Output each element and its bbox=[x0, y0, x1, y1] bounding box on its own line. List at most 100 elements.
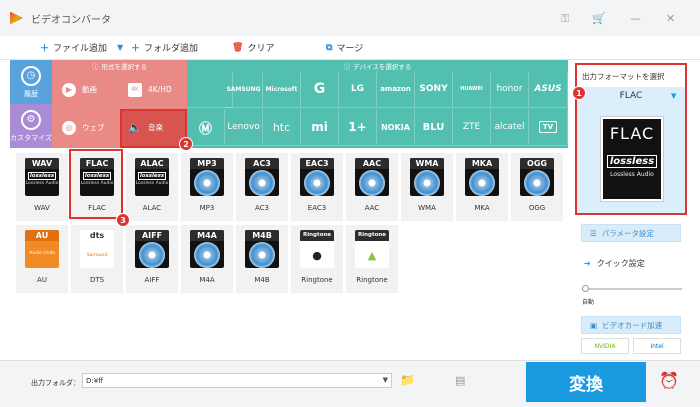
quick-settings[interactable]: ➔ クイック設定 bbox=[584, 258, 645, 269]
format-label: AAC bbox=[364, 204, 380, 212]
device-xiaomi[interactable]: mi bbox=[301, 109, 339, 146]
intel-button[interactable]: Intel bbox=[633, 338, 681, 354]
dropdown-arrow-icon[interactable]: ▼ bbox=[671, 92, 676, 100]
format-tile-alac[interactable]: ALAC lossless Lossless Audio ALAC bbox=[126, 153, 178, 221]
step-marker-2: 2 bbox=[179, 137, 193, 151]
format-tile-mp3[interactable]: MP3 MP3 bbox=[181, 153, 233, 221]
video-format-button[interactable]: ▶ 動画 bbox=[54, 71, 120, 108]
device-htc[interactable]: htc bbox=[263, 109, 301, 146]
minimize-button[interactable]: — bbox=[630, 12, 641, 25]
4k-format-button[interactable]: 4K 4K/HD bbox=[120, 71, 186, 108]
device-amazon[interactable]: amazon bbox=[377, 71, 415, 108]
key-icon[interactable]: ⚿ bbox=[561, 12, 569, 26]
output-folder-input[interactable]: D:¥ff ▼ bbox=[82, 373, 392, 388]
format-tile-wma[interactable]: WMA WMA bbox=[401, 153, 453, 221]
device-google[interactable]: G bbox=[301, 71, 339, 108]
format-label: Ringtone bbox=[356, 276, 388, 284]
music-disc-icon bbox=[139, 242, 165, 268]
music-disc-icon bbox=[524, 170, 550, 196]
format-tile-m4a[interactable]: M4A M4A bbox=[181, 225, 233, 293]
format-badge-icon: Ringtone ● bbox=[300, 230, 334, 268]
format-tile-ac3[interactable]: AC3 AC3 bbox=[236, 153, 288, 221]
dts-sub-text: Surround bbox=[86, 253, 108, 258]
motorola-icon: Ⓜ bbox=[198, 121, 212, 137]
device-lenovo[interactable]: Lenovo bbox=[225, 109, 263, 146]
music-disc-icon bbox=[359, 170, 385, 196]
add-folder-button[interactable]: ＋フォルダ追加 bbox=[131, 41, 198, 54]
format-tile-ringtone[interactable]: Ringtone ● Ringtone bbox=[291, 225, 343, 293]
format-tile-wav[interactable]: WAV lossless Lossless Audio WAV bbox=[16, 153, 68, 221]
music-disc-icon bbox=[249, 170, 275, 196]
device-honor[interactable]: honor bbox=[491, 71, 529, 108]
output-format-select[interactable]: FLAC bbox=[577, 87, 685, 105]
device-asus[interactable]: ASUS bbox=[529, 71, 568, 108]
format-tile-ogg[interactable]: OGG OGG bbox=[511, 153, 563, 221]
music-disc-icon bbox=[194, 242, 220, 268]
music-disc-icon bbox=[249, 242, 275, 268]
format-label: AIFF bbox=[144, 276, 160, 284]
format-tile-aiff[interactable]: AIFF AIFF bbox=[126, 225, 178, 293]
format-badge-icon: WMA bbox=[410, 158, 444, 196]
alarm-clock-icon[interactable]: ⏰ bbox=[659, 371, 679, 390]
output-format-panel[interactable]: 出力フォーマットを選択 FLAC ▼ FLAC lossless Lossles… bbox=[575, 63, 687, 215]
highlight-flac-box bbox=[69, 149, 123, 219]
format-tile-dts[interactable]: dts Surround DTS bbox=[71, 225, 123, 293]
device-huawei[interactable]: HUAWEI bbox=[453, 71, 491, 108]
parameter-settings-button[interactable]: ☰ パラメータ設定 bbox=[581, 224, 681, 242]
format-badge-icon: Ringtone ▲ bbox=[355, 230, 389, 268]
device-oneplus[interactable]: 1+ bbox=[339, 109, 377, 146]
gpu-acceleration-button[interactable]: ▣ ビデオカード加速 bbox=[581, 316, 681, 334]
sidebar: ◷ 履歴 ⚙ カスタマイズ bbox=[10, 60, 52, 148]
auto-label: 自動 bbox=[582, 299, 595, 306]
add-file-button[interactable]: ＋ファイル追加 bbox=[40, 41, 107, 54]
quality-slider-track[interactable] bbox=[584, 288, 682, 290]
step-marker-1: 1 bbox=[572, 86, 586, 100]
device-microsoft[interactable]: Microsoft bbox=[263, 71, 301, 108]
clear-button[interactable]: 🗑 クリア bbox=[232, 41, 274, 55]
open-folder-icon[interactable]: ▤ bbox=[455, 374, 465, 387]
nvidia-button[interactable]: NVIDIA bbox=[581, 338, 629, 354]
format-badge-title: AU bbox=[25, 230, 59, 241]
format-badge-icon: M4B bbox=[245, 230, 279, 268]
format-tile-eac3[interactable]: EAC3 EAC3 bbox=[291, 153, 343, 221]
cart-icon[interactable]: 🛒 bbox=[592, 12, 606, 25]
app-logo-icon bbox=[10, 11, 23, 25]
device-zte[interactable]: ZTE bbox=[453, 109, 491, 146]
format-badge-title: WMA bbox=[410, 158, 444, 169]
format-badge-icon: AC3 bbox=[245, 158, 279, 196]
format-tile-ringtone[interactable]: Ringtone ▲ Ringtone bbox=[346, 225, 398, 293]
format-label: WMA bbox=[418, 204, 436, 212]
format-tile-mka[interactable]: MKA MKA bbox=[456, 153, 508, 221]
dropdown-arrow-icon[interactable]: ▼ bbox=[117, 43, 123, 52]
format-label: M4A bbox=[199, 276, 215, 284]
format-tile-m4b[interactable]: M4B M4B bbox=[236, 225, 288, 293]
device-sony[interactable]: SONY bbox=[415, 71, 453, 108]
format-badge-title: dts bbox=[80, 230, 114, 241]
close-button[interactable]: ✕ bbox=[666, 12, 675, 25]
quality-slider-handle[interactable] bbox=[582, 285, 589, 292]
music-disc-icon bbox=[304, 170, 330, 196]
convert-button[interactable]: 変換 bbox=[526, 362, 646, 402]
format-label: MKA bbox=[474, 204, 490, 212]
device-lg[interactable]: LG bbox=[339, 71, 377, 108]
web-format-button[interactable]: ◎ ウェブ bbox=[54, 109, 120, 146]
device-tv[interactable]: TV bbox=[529, 109, 568, 146]
format-tile-au[interactable]: AU Audio Units AU bbox=[16, 225, 68, 293]
device-samsung[interactable]: SAMSUNG bbox=[225, 71, 263, 108]
device-motorola[interactable]: Ⓜ bbox=[187, 109, 225, 146]
lossless-audio-text: Lossless Audio bbox=[25, 181, 59, 186]
format-badge-title: ALAC bbox=[135, 158, 169, 169]
history-button[interactable]: ◷ 履歴 bbox=[10, 60, 52, 104]
bottom-bar: 出力フォルダ： D:¥ff ▼ 📁 ▤ 変換 ⏰ bbox=[0, 360, 700, 407]
format-tile-aac[interactable]: AAC AAC bbox=[346, 153, 398, 221]
dropdown-arrow-icon[interactable]: ▼ bbox=[383, 376, 388, 384]
music-disc-icon bbox=[194, 170, 220, 196]
device-alcatel[interactable]: alcatel bbox=[491, 109, 529, 146]
folder-icon[interactable]: 📁 bbox=[400, 373, 415, 387]
format-badge-icon: ALAC lossless Lossless Audio bbox=[135, 158, 169, 196]
device-blu[interactable]: BLU bbox=[415, 109, 453, 146]
customize-button[interactable]: ⚙ カスタマイズ bbox=[10, 104, 52, 148]
device-section-header: ⓘ デバイスを選択する bbox=[343, 62, 412, 71]
merge-button[interactable]: ⧉ マージ bbox=[326, 41, 363, 55]
device-nokia[interactable]: NOKIA bbox=[377, 109, 415, 146]
